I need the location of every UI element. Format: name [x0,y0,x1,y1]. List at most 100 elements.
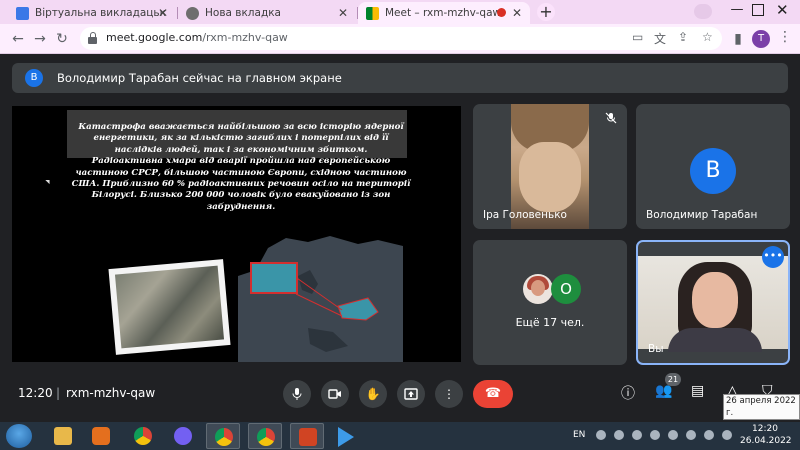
close-tab-icon[interactable]: ✕ [338,6,348,20]
chrome-profile-icon [257,428,275,446]
others-count-label: Ещё 17 чел. [515,316,585,329]
flag-icon[interactable] [686,430,696,440]
skype-icon[interactable] [596,430,606,440]
battery-icon[interactable] [704,430,714,440]
translate-icon[interactable]: 文 [654,30,666,47]
meeting-details-icon[interactable]: ⓘ [621,383,635,403]
play-icon [338,427,354,447]
classroom-favicon-icon [16,6,29,20]
meeting-clock: 12:20 [18,386,53,400]
side-panel-icon[interactable]: ▮ [728,29,748,49]
presentation-screen[interactable]: Катастрофа вважається найбільшою за всю … [12,106,461,362]
recording-dot-icon [497,8,506,17]
share-icon[interactable]: ⇪ [678,30,688,44]
tab-meet[interactable]: Meet – rxm-mzhv-qaw ✕ [358,2,530,24]
tab-title: Нова вкладка [205,7,281,19]
minimize-icon[interactable]: — [728,2,746,17]
meet-favicon-icon [366,6,379,20]
participant-tile-self[interactable]: ••• Вы [636,240,790,365]
europe-map [238,236,403,362]
more-options-button[interactable]: ⋮ [435,380,463,408]
slide-heading: Катастрофа вважається найбільшою за всю … [78,122,404,155]
chrome-icon [215,428,233,446]
lock-icon[interactable] [88,32,97,44]
date-tooltip: 26 апреля 2022 г. вторник [723,394,800,430]
maximize-icon[interactable] [752,4,764,16]
taskbar-media-player[interactable] [84,423,118,449]
profile-avatar[interactable]: T [752,30,770,48]
back-arrow-icon[interactable]: ← [8,29,28,49]
forward-arrow-icon[interactable]: → [30,29,50,49]
close-tab-icon[interactable]: ✕ [158,6,168,20]
chat-icon[interactable]: ▤ [691,383,704,399]
chrome-favicon-icon [186,6,199,20]
vertical-dots-icon: ⋮ [443,387,455,401]
new-tab-button[interactable]: + [537,3,555,21]
participant-avatar: O [551,274,581,304]
tray-app-icon[interactable] [632,430,642,440]
viber-icon [174,427,192,445]
people-count-badge: 21 [665,373,681,386]
taskbar-player[interactable] [330,423,364,449]
more-options-icon[interactable]: ••• [762,246,784,268]
presenting-banner: B Володимир Тарабан сейчас на главном эк… [12,63,788,93]
slide-body: Радіоактивна хмара від аварії пройшла на… [71,156,411,212]
volume-icon[interactable] [722,430,732,440]
browser-tab-strip: Віртуальна викладацька ВСП "Б ✕ Нова вкл… [0,0,800,24]
hand-icon: ✋ [365,387,381,401]
reload-icon[interactable]: ↻ [52,29,72,49]
present-now-button[interactable] [397,380,425,408]
presenter-avatar: B [25,69,43,87]
bookmark-star-icon[interactable]: ☆ [702,30,713,44]
participant-tile-ira[interactable]: Іра Головенько [473,104,627,229]
belarus-zoom-inset [250,262,298,294]
close-tab-icon[interactable]: ✕ [512,6,522,20]
browser-toolbar: ← → ↻ meet.google.com/rxm-mzhv-qaw ▭ 文 ⇪… [0,24,800,54]
presenting-text: Володимир Тарабан сейчас на главном экра… [57,71,342,85]
taskbar-explorer[interactable] [46,423,80,449]
raise-hand-button[interactable]: ✋ [359,380,387,408]
mic-off-icon [605,112,617,127]
participant-tile-others[interactable]: O Ещё 17 чел. [473,240,627,365]
leave-call-button[interactable]: ☎ [473,380,513,408]
tray-app-icon[interactable] [650,430,660,440]
tab-search-chevron-icon[interactable] [694,4,712,19]
self-video [638,256,788,352]
chrome-menu-icon[interactable]: ⋮ [778,29,792,45]
tooltip-date: 26 апреля 2022 г. [726,396,796,418]
taskbar-powerpoint[interactable] [290,423,324,449]
taskbar-chrome[interactable] [126,423,160,449]
present-screen-icon [404,388,418,400]
meeting-code: rxm-mzhv-qaw [66,386,156,400]
chrome-icon [134,427,152,445]
camera-button[interactable] [321,380,349,408]
participant-photo-avatar [523,274,553,304]
tab-title: Meet – rxm-mzhv-qaw [385,7,502,19]
address-bar[interactable]: meet.google.com/rxm-mzhv-qaw ▭ 文 ⇪ ☆ [80,27,722,50]
powerpoint-icon [299,428,317,446]
windows-taskbar: EN 12:20 26.04.2022 [0,422,800,450]
microphone-button[interactable] [283,380,311,408]
participant-name: Володимир Тарабан [646,209,758,221]
media-player-icon [92,427,110,445]
window-close-icon[interactable]: ✕ [776,1,789,19]
mouse-cursor-icon [45,177,52,185]
taskbar-viber[interactable] [166,423,200,449]
slide-photo [108,259,231,355]
video-camera-icon [328,389,341,399]
taskbar-clock-time[interactable]: 12:20 [740,424,790,434]
windows-start-icon[interactable] [6,424,32,448]
network-icon[interactable] [668,430,678,440]
camera-in-use-icon[interactable]: ▭ [632,30,643,44]
tray-app-icon[interactable] [614,430,624,440]
taskbar-clock-date[interactable]: 26.04.2022 [740,436,792,446]
participant-tile-vladymyr[interactable]: B Володимир Тарабан [636,104,790,229]
slide-text: Катастрофа вважається найбільшою за всю … [70,122,412,213]
taskbar-chrome-window[interactable] [206,423,240,449]
keyboard-language[interactable]: EN [573,430,585,440]
tab-virtual-teachers[interactable]: Віртуальна викладацька ВСП "Б ✕ [8,2,176,24]
taskbar-chrome-profile[interactable] [248,423,282,449]
divider: | [56,386,61,400]
tab-new-tab[interactable]: Нова вкладка ✕ [178,2,356,24]
participant-name: Іра Головенько [483,209,567,221]
